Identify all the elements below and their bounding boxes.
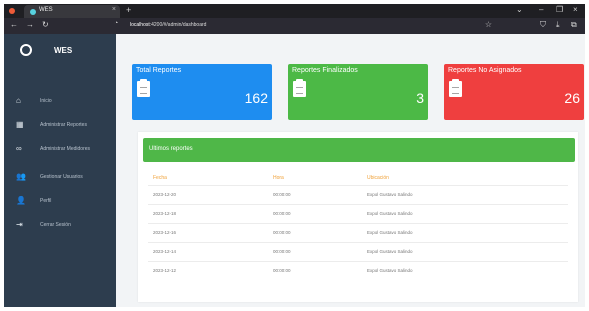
extensions-icon[interactable]: ⧉	[571, 20, 577, 30]
sidebar-item-administrar-medidores[interactable]: ∞ Administrar Medidores	[4, 140, 116, 158]
user-icon: 👤	[16, 196, 26, 205]
download-icon[interactable]: ⤓	[556, 20, 560, 30]
cell-ubicacion: Expol Gustavo Salindo	[367, 268, 413, 273]
sidebar-item-administrar-reportes[interactable]: ▦ Administrar Reportes	[4, 116, 116, 134]
sidebar-item-label: Inicio	[40, 98, 52, 104]
forward-icon[interactable]: →	[26, 20, 34, 29]
clipboard-icon	[293, 79, 306, 97]
clipboard-icon: ▦	[16, 120, 24, 129]
card-value: 3	[416, 90, 424, 106]
cell-ubicacion: Expol Gustavo Salindo	[367, 230, 413, 235]
browser-tab[interactable]: WES ×	[24, 5, 120, 18]
cell-hora: 00:00:00	[273, 249, 291, 254]
back-icon[interactable]: ←	[10, 20, 18, 29]
sidebar-item-perfil[interactable]: 👤 Perfil	[4, 192, 116, 210]
cell-fecha: 2023-12-12	[153, 268, 177, 273]
cell-hora: 00:00:00	[273, 230, 291, 235]
table-row[interactable]: 2023-12-14 00:00:00 Expol Gustavo Salindo	[148, 242, 568, 261]
browser-nav-bar: ← → ↻ ◔ localhost:4200/#/admin/dashboard…	[4, 18, 585, 34]
cell-hora: 00:00:00	[273, 211, 291, 216]
maximize-icon[interactable]: ❐	[556, 5, 563, 14]
main-content: Total Reportes 162 Reportes Finalizados …	[116, 34, 585, 307]
card-title: Reportes Finalizados	[292, 67, 358, 74]
card-value: 26	[564, 90, 580, 106]
sidebar-item-label: Cerrar Sesión	[40, 222, 71, 228]
column-header-hora[interactable]: Hora	[273, 175, 284, 181]
table-row[interactable]: 2023-12-12 00:00:00 Expol Gustavo Salindo	[148, 261, 568, 280]
cell-ubicacion: Expol Gustavo Salindo	[367, 192, 413, 197]
card-title: Reportes No Asignados	[448, 67, 522, 74]
close-window-icon[interactable]: ×	[573, 5, 578, 14]
url-text: localhost:4200/#/admin/dashboard	[130, 22, 207, 28]
sidebar-item-label: Gestionar Usuarios	[40, 174, 83, 180]
link-icon: ∞	[16, 144, 22, 153]
clipboard-icon	[137, 79, 150, 97]
brand[interactable]: WES	[4, 34, 116, 74]
sidebar: WES ⌂ Inicio ▦ Administrar Reportes ∞ Ad…	[4, 34, 116, 307]
card-value: 162	[244, 90, 268, 106]
cell-ubicacion: Expol Gustavo Salindo	[367, 211, 413, 216]
browser-window: WES × + ⌄ – ❐ × ← → ↻ ◔ localhost:4200/#…	[4, 4, 585, 307]
clipboard-icon	[449, 79, 462, 97]
cell-fecha: 2023-12-16	[153, 230, 177, 235]
sidebar-item-label: Administrar Medidores	[40, 146, 91, 152]
cell-fecha: 2023-12-14	[153, 249, 177, 254]
card-reportes-finalizados[interactable]: Reportes Finalizados 3	[288, 64, 428, 120]
table-row[interactable]: 2023-12-20 00:00:00 Expol Gustavo Salindo	[148, 185, 568, 204]
sidebar-item-gestionar-usuarios[interactable]: 👥 Gestionar Usuarios	[4, 168, 116, 186]
column-header-fecha[interactable]: Fecha	[153, 175, 167, 181]
column-header-ubicacion[interactable]: Ubicación	[367, 175, 389, 181]
page-info-icon[interactable]: ◔	[114, 20, 118, 27]
cell-ubicacion: Expol Gustavo Salindo	[367, 249, 413, 254]
logout-icon: ⇥	[16, 220, 23, 229]
home-icon: ⌂	[16, 96, 21, 105]
card-total-reportes[interactable]: Total Reportes 162	[132, 64, 272, 120]
tab-close-icon[interactable]: ×	[112, 6, 116, 13]
brand-logo-icon	[20, 44, 32, 56]
brand-name: WES	[54, 46, 73, 55]
ultimos-reportes-panel: Ultimos reportes Fecha Hora Ubicación 20…	[138, 132, 578, 302]
tab-title: WES	[39, 7, 53, 13]
shield-icon[interactable]: ⛉	[540, 20, 546, 30]
cell-fecha: 2023-12-20	[153, 192, 177, 197]
panel-header: Ultimos reportes	[143, 138, 575, 162]
cell-hora: 00:00:00	[273, 192, 291, 197]
sidebar-item-label: Perfil	[40, 198, 52, 204]
panel-title: Ultimos reportes	[149, 146, 193, 152]
cell-fecha: 2023-12-18	[153, 211, 177, 216]
sidebar-item-label: Administrar Reportes	[40, 122, 87, 128]
table-row[interactable]: 2023-12-18 00:00:00 Expol Gustavo Salindo	[148, 204, 568, 223]
reload-icon[interactable]: ↻	[42, 20, 49, 29]
bookmark-star-icon[interactable]: ☆	[485, 20, 492, 29]
sidebar-item-inicio[interactable]: ⌂ Inicio	[4, 92, 116, 110]
tab-list-icon[interactable]: ⌄	[516, 5, 523, 14]
table-row[interactable]: 2023-12-16 00:00:00 Expol Gustavo Salindo	[148, 223, 568, 242]
address-bar[interactable]: ◔ localhost:4200/#/admin/dashboard ☆	[112, 20, 492, 32]
cell-hora: 00:00:00	[273, 268, 291, 273]
new-tab-button[interactable]: +	[126, 5, 131, 15]
users-icon: 👥	[16, 172, 26, 181]
minimize-icon[interactable]: –	[539, 5, 543, 14]
tab-favicon-icon	[30, 9, 36, 15]
sidebar-item-cerrar-sesion[interactable]: ⇥ Cerrar Sesión	[4, 216, 116, 234]
browser-menu-icon[interactable]	[9, 8, 15, 14]
card-title: Total Reportes	[136, 67, 182, 74]
browser-tab-bar: WES × + ⌄ – ❐ ×	[4, 4, 585, 18]
card-reportes-no-asignados[interactable]: Reportes No Asignados 26	[444, 64, 584, 120]
